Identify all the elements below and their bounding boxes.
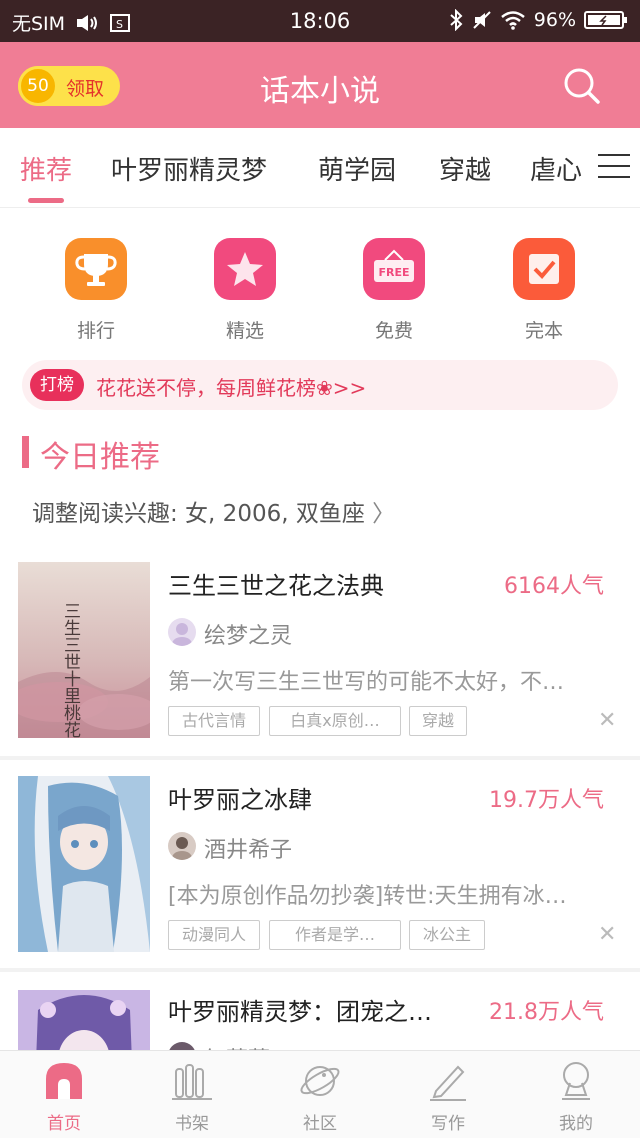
book-card[interactable]: 三生三世十里桃花 三生三世之花之法典 6164人气 绘梦之灵 第一次写三生三世写…	[0, 548, 640, 756]
entry-featured[interactable]: 精选	[197, 238, 293, 343]
author-avatar	[168, 1042, 196, 1050]
section-title: 今日推荐	[40, 440, 160, 475]
bookshelf-icon	[170, 1059, 214, 1103]
entry-ranking[interactable]: 排行	[48, 238, 144, 343]
nav-label: 写作	[431, 1114, 465, 1134]
book-popularity: 21.8万人气	[489, 1000, 604, 1025]
entry-completed[interactable]: 完本	[496, 238, 592, 343]
banner-tag: 打榜	[30, 369, 84, 401]
entry-label: 排行	[76, 320, 115, 342]
tab-yeluoli[interactable]: 叶罗丽精灵梦	[111, 150, 267, 187]
svg-text:FREE: FREE	[378, 266, 409, 279]
wifi-icon	[500, 11, 525, 30]
profile-icon	[554, 1059, 598, 1103]
author-avatar	[168, 832, 196, 860]
book-description: 第一次写三生三世写的可能不太好，不…	[168, 670, 565, 695]
entry-free[interactable]: FREE 免费	[346, 238, 442, 343]
nav-profile[interactable]: 我的	[512, 1059, 640, 1134]
tab-menu-button[interactable]	[598, 154, 630, 180]
battery-percent: 96%	[533, 9, 576, 31]
star-icon	[214, 238, 276, 300]
planet-icon	[298, 1059, 342, 1103]
book-popularity: 19.7万人气	[489, 788, 604, 813]
nav-label: 书架	[175, 1114, 209, 1134]
book-card[interactable]: 叶罗丽之冰肆 19.7万人气 酒井希子 [本为原创作品勿抄袭]转世:天生拥有冰……	[0, 760, 640, 968]
nav-label: 首页	[47, 1114, 81, 1134]
dismiss-icon[interactable]: ✕	[598, 922, 616, 947]
search-icon	[564, 68, 600, 104]
book-tag[interactable]: 冰公主	[409, 920, 485, 950]
book-card[interactable]: 叶罗丽精灵梦：团宠之… 21.8万人气 红蔷薇	[0, 972, 640, 1050]
nav-home[interactable]: 首页	[0, 1059, 128, 1134]
book-tag[interactable]: 作者是学…	[269, 920, 401, 950]
free-sign-icon: FREE	[363, 238, 425, 300]
cover-text: 三生三世十里桃花	[60, 602, 81, 738]
book-cover	[18, 776, 150, 952]
active-tab-indicator	[28, 198, 64, 203]
home-icon	[42, 1059, 86, 1103]
book-popularity: 6164人气	[504, 574, 604, 599]
book-title: 三生三世之花之法典	[168, 572, 384, 600]
category-tabs: 推荐 叶罗丽精灵梦 萌学园 穿越 虐心	[0, 128, 640, 208]
search-button[interactable]	[560, 64, 604, 108]
flower-ranking-banner[interactable]: 打榜 花花送不停，每周鲜花榜❀>>	[22, 360, 618, 410]
book-cover: 三生三世十里桃花	[18, 562, 150, 738]
entry-label: 完本	[524, 320, 563, 342]
banner-text: 花花送不停，每周鲜花榜❀>>	[96, 376, 367, 400]
chevron-right-icon: 〉	[372, 501, 396, 527]
book-tag[interactable]: 动漫同人	[168, 920, 260, 950]
status-bar: 无SIM S 18:06 96%	[0, 0, 640, 42]
nav-bookshelf[interactable]: 书架	[128, 1059, 256, 1134]
nav-community[interactable]: 社区	[256, 1059, 384, 1134]
author-name: 绘梦之灵	[204, 624, 293, 649]
entry-label: 精选	[225, 320, 264, 342]
author-name: 红蔷薇	[204, 1042, 270, 1050]
checkmark-icon	[513, 238, 575, 300]
bottom-navigation: 首页 书架 社区 写作 我的	[0, 1050, 640, 1138]
author-name: 酒井希子	[204, 838, 293, 863]
trophy-icon	[65, 238, 127, 300]
book-tag[interactable]: 古代言情	[168, 706, 260, 736]
mute-icon	[473, 11, 491, 29]
book-title: 叶罗丽之冰肆	[168, 786, 312, 814]
pen-icon	[426, 1059, 470, 1103]
entry-label: 免费	[374, 320, 413, 342]
book-description: [本为原创作品勿抄袭]转世:天生拥有冰…	[168, 884, 567, 909]
book-tag[interactable]: 穿越	[409, 706, 467, 736]
book-tag[interactable]: 白真x原创…	[269, 706, 401, 736]
app-root: 无SIM S 18:06 96% 50 领取 话本小说 推荐 叶罗丽精灵梦 萌学…	[0, 0, 640, 1138]
interest-text: 调整阅读兴趣: 女, 2006, 双鱼座	[32, 501, 365, 527]
adjust-interest-link[interactable]: 调整阅读兴趣: 女, 2006, 双鱼座 〉	[32, 494, 395, 528]
nav-label: 我的	[559, 1114, 593, 1134]
top-header: 50 领取 话本小说	[0, 42, 640, 128]
tab-recommend[interactable]: 推荐	[20, 150, 72, 187]
section-accent-bar	[22, 436, 29, 468]
author-avatar	[168, 618, 196, 646]
status-right: 96%	[448, 9, 628, 31]
tab-chuanyue[interactable]: 穿越	[439, 150, 491, 187]
tab-nuexin[interactable]: 虐心	[530, 150, 582, 187]
bluetooth-icon	[450, 9, 463, 31]
nav-label: 社区	[303, 1114, 337, 1134]
book-cover	[18, 990, 150, 1050]
nav-write[interactable]: 写作	[384, 1059, 512, 1134]
battery-icon	[584, 11, 627, 29]
book-title: 叶罗丽精灵梦：团宠之…	[168, 998, 432, 1026]
tab-mengxueyuan[interactable]: 萌学园	[318, 150, 396, 187]
dismiss-icon[interactable]: ✕	[598, 708, 616, 733]
app-title: 话本小说	[260, 74, 380, 109]
